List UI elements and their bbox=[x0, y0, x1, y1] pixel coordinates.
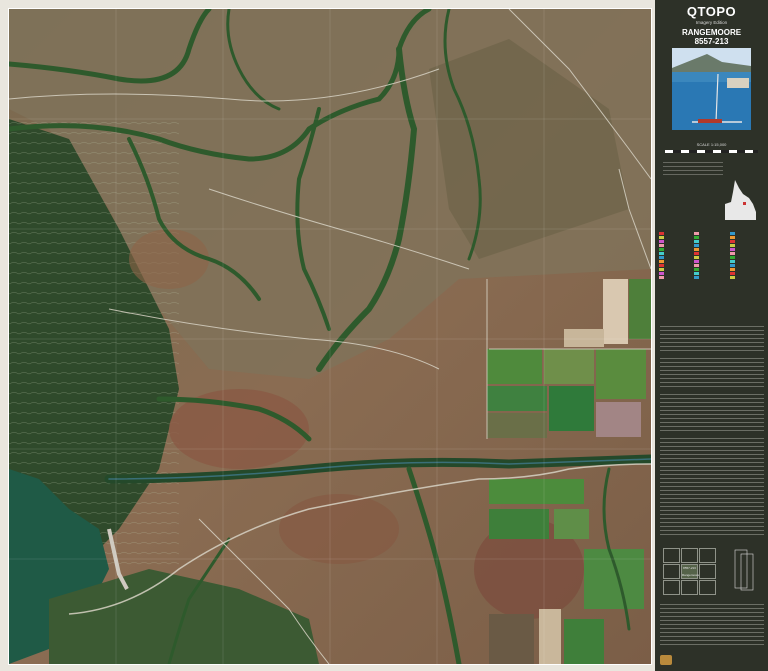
index-sheet[interactable] bbox=[681, 548, 698, 563]
map-notes bbox=[660, 438, 764, 538]
index-sheet[interactable] bbox=[699, 564, 716, 579]
sheet-layout-diagram bbox=[734, 549, 754, 591]
queensland-locator-icon bbox=[725, 180, 756, 220]
scale-label: SCALE 1:15,000 bbox=[696, 142, 727, 147]
legend-land-use bbox=[660, 358, 764, 390]
index-sheet[interactable] bbox=[681, 580, 698, 595]
brand-title: QTOPO bbox=[686, 4, 737, 19]
index-sheet[interactable] bbox=[663, 564, 680, 579]
legend-symbols bbox=[659, 232, 763, 322]
copyright-notes bbox=[660, 604, 764, 648]
adjoining-sheets-index: 8557-213 Rangemoore bbox=[663, 548, 718, 596]
queensland-government-logo bbox=[660, 652, 764, 665]
index-sheet[interactable] bbox=[699, 548, 716, 563]
map-name: RANGEMOORE bbox=[681, 28, 742, 37]
index-sheet[interactable] bbox=[663, 548, 680, 563]
index-sheet[interactable] bbox=[663, 580, 680, 595]
index-sheet[interactable] bbox=[699, 580, 716, 595]
cover-photo-jetty bbox=[672, 48, 751, 130]
aerial-imagery bbox=[9, 9, 651, 664]
scale-bar-icon bbox=[665, 150, 758, 153]
index-sheet-current[interactable]: 8557-213 Rangemoore bbox=[681, 564, 699, 579]
legend-panel: QTOPO Imagery Edition RANGEMOORE 8557-21… bbox=[655, 0, 768, 671]
map-number: 8557-213 bbox=[694, 37, 729, 46]
imagery-map[interactable] bbox=[8, 8, 652, 665]
legend-boundaries bbox=[660, 326, 764, 354]
projection-note bbox=[663, 162, 723, 176]
edition-label: Imagery Edition bbox=[695, 20, 728, 25]
legend-hydrography bbox=[660, 394, 764, 434]
